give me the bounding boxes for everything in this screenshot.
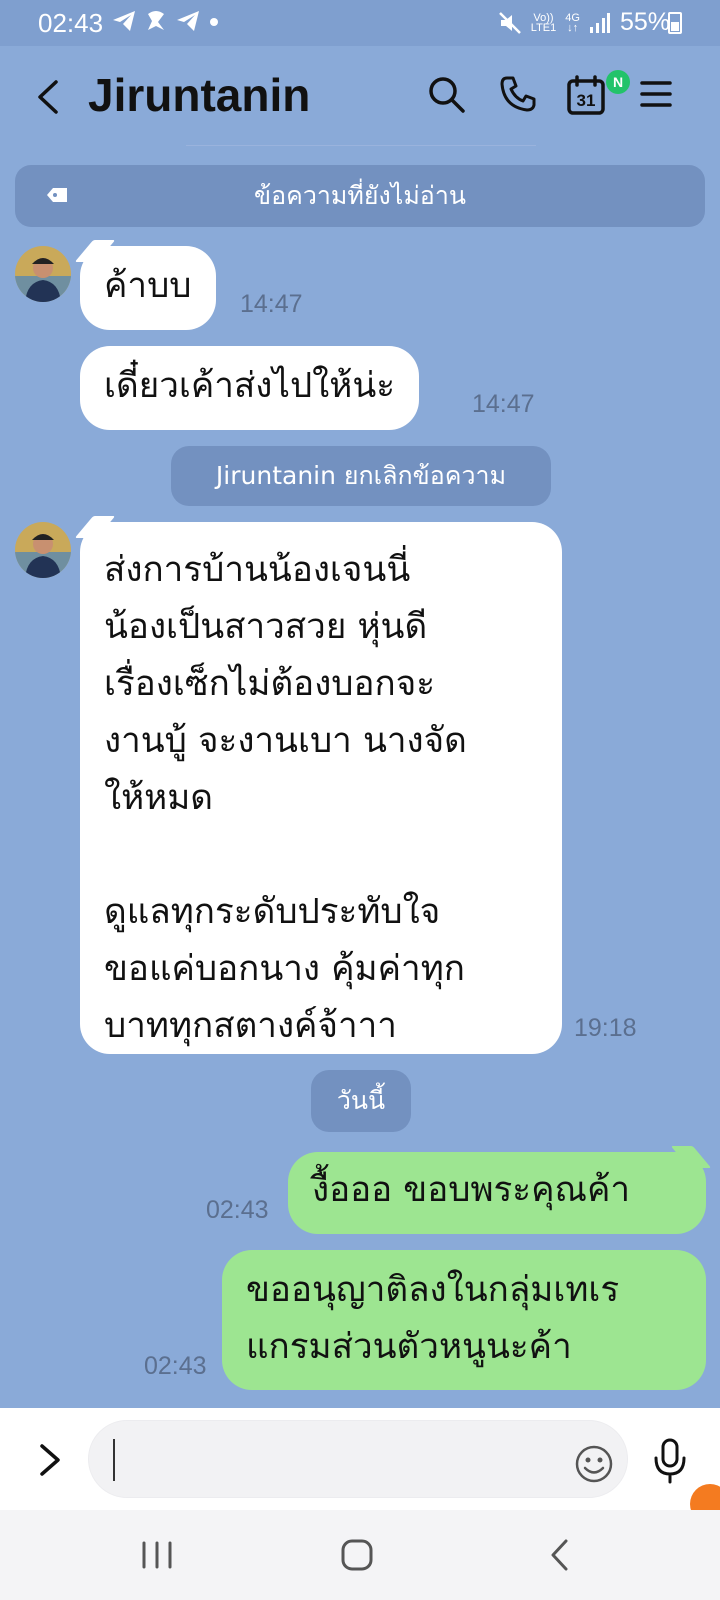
message-time: 14:47 bbox=[472, 390, 535, 418]
home-icon[interactable] bbox=[340, 1538, 374, 1572]
microphone-icon[interactable] bbox=[652, 1438, 688, 1484]
battery-icon bbox=[668, 12, 682, 34]
tag-icon bbox=[47, 188, 67, 202]
message-input-bar bbox=[0, 1408, 720, 1524]
notification-icons bbox=[112, 10, 220, 32]
search-icon[interactable] bbox=[426, 74, 466, 114]
status-bar: 02:43 Vo)) LTE1 4G ↓↑ 55% bbox=[0, 0, 720, 46]
mute-icon bbox=[498, 11, 521, 34]
message-bubble-outgoing[interactable]: งื้อออ ขอบพระคุณค้า bbox=[288, 1152, 706, 1234]
recent-apps-icon[interactable] bbox=[140, 1540, 174, 1570]
message-input[interactable] bbox=[88, 1420, 628, 1498]
text-cursor bbox=[113, 1439, 115, 1481]
telegram-icon-2 bbox=[177, 11, 199, 31]
volte-indicator: Vo)) LTE1 bbox=[530, 11, 557, 34]
status-time: 02:43 bbox=[38, 8, 104, 38]
back-nav-icon[interactable] bbox=[548, 1538, 572, 1572]
emoji-icon[interactable] bbox=[574, 1444, 614, 1484]
message-time: 14:47 bbox=[240, 290, 303, 318]
header-divider bbox=[186, 145, 536, 146]
chat-title: Jiruntanin bbox=[88, 69, 311, 121]
unread-messages-banner: ข้อความที่ยังไม่อ่าน bbox=[15, 165, 705, 227]
contact-avatar[interactable] bbox=[15, 246, 71, 302]
menu-icon[interactable] bbox=[636, 74, 676, 114]
telegram-icon bbox=[113, 11, 135, 31]
signal-icon bbox=[589, 12, 610, 33]
message-bubble-outgoing[interactable]: ขออนุญาติลงในกลุ่มเทเร แกรมส่วนตัวหนูนะค… bbox=[222, 1250, 706, 1390]
message-time: 02:43 bbox=[144, 1352, 207, 1380]
svg-text:31: 31 bbox=[577, 91, 596, 110]
chat-header: Jiruntanin 31 N bbox=[0, 46, 720, 148]
status-right: Vo)) LTE1 4G ↓↑ 55% bbox=[498, 8, 670, 37]
more-notifications-dot-icon bbox=[210, 18, 218, 26]
unread-banner-label: ข้อความที่ยังไม่อ่าน bbox=[254, 181, 466, 210]
date-separator: วันนี้ bbox=[311, 1070, 411, 1132]
contact-avatar[interactable] bbox=[15, 522, 71, 578]
back-button[interactable] bbox=[34, 80, 64, 114]
app-notification-icon bbox=[148, 11, 164, 30]
message-time: 19:18 bbox=[574, 1014, 637, 1042]
call-icon[interactable] bbox=[498, 74, 538, 114]
message-time: 02:43 bbox=[206, 1196, 269, 1224]
calendar-icon[interactable]: 31 bbox=[566, 74, 606, 116]
battery-percent: 55% bbox=[619, 8, 670, 36]
message-bubble-incoming[interactable]: ค้าบบ bbox=[80, 246, 216, 330]
unsent-message-notice: Jiruntanin ยกเลิกข้อความ bbox=[171, 446, 551, 506]
expand-menu-icon[interactable] bbox=[38, 1442, 62, 1478]
system-navigation-bar bbox=[0, 1510, 720, 1600]
calendar-new-badge: N bbox=[606, 70, 630, 94]
network-indicator: 4G ↓↑ bbox=[565, 11, 580, 34]
message-bubble-incoming[interactable]: ส่งการบ้านน้องเจนนี่ น้องเป็นสาวสวย หุ่น… bbox=[80, 522, 562, 1054]
message-bubble-incoming[interactable]: เดี๋ยวเค้าส่งไปให้น่ะ bbox=[80, 346, 420, 430]
